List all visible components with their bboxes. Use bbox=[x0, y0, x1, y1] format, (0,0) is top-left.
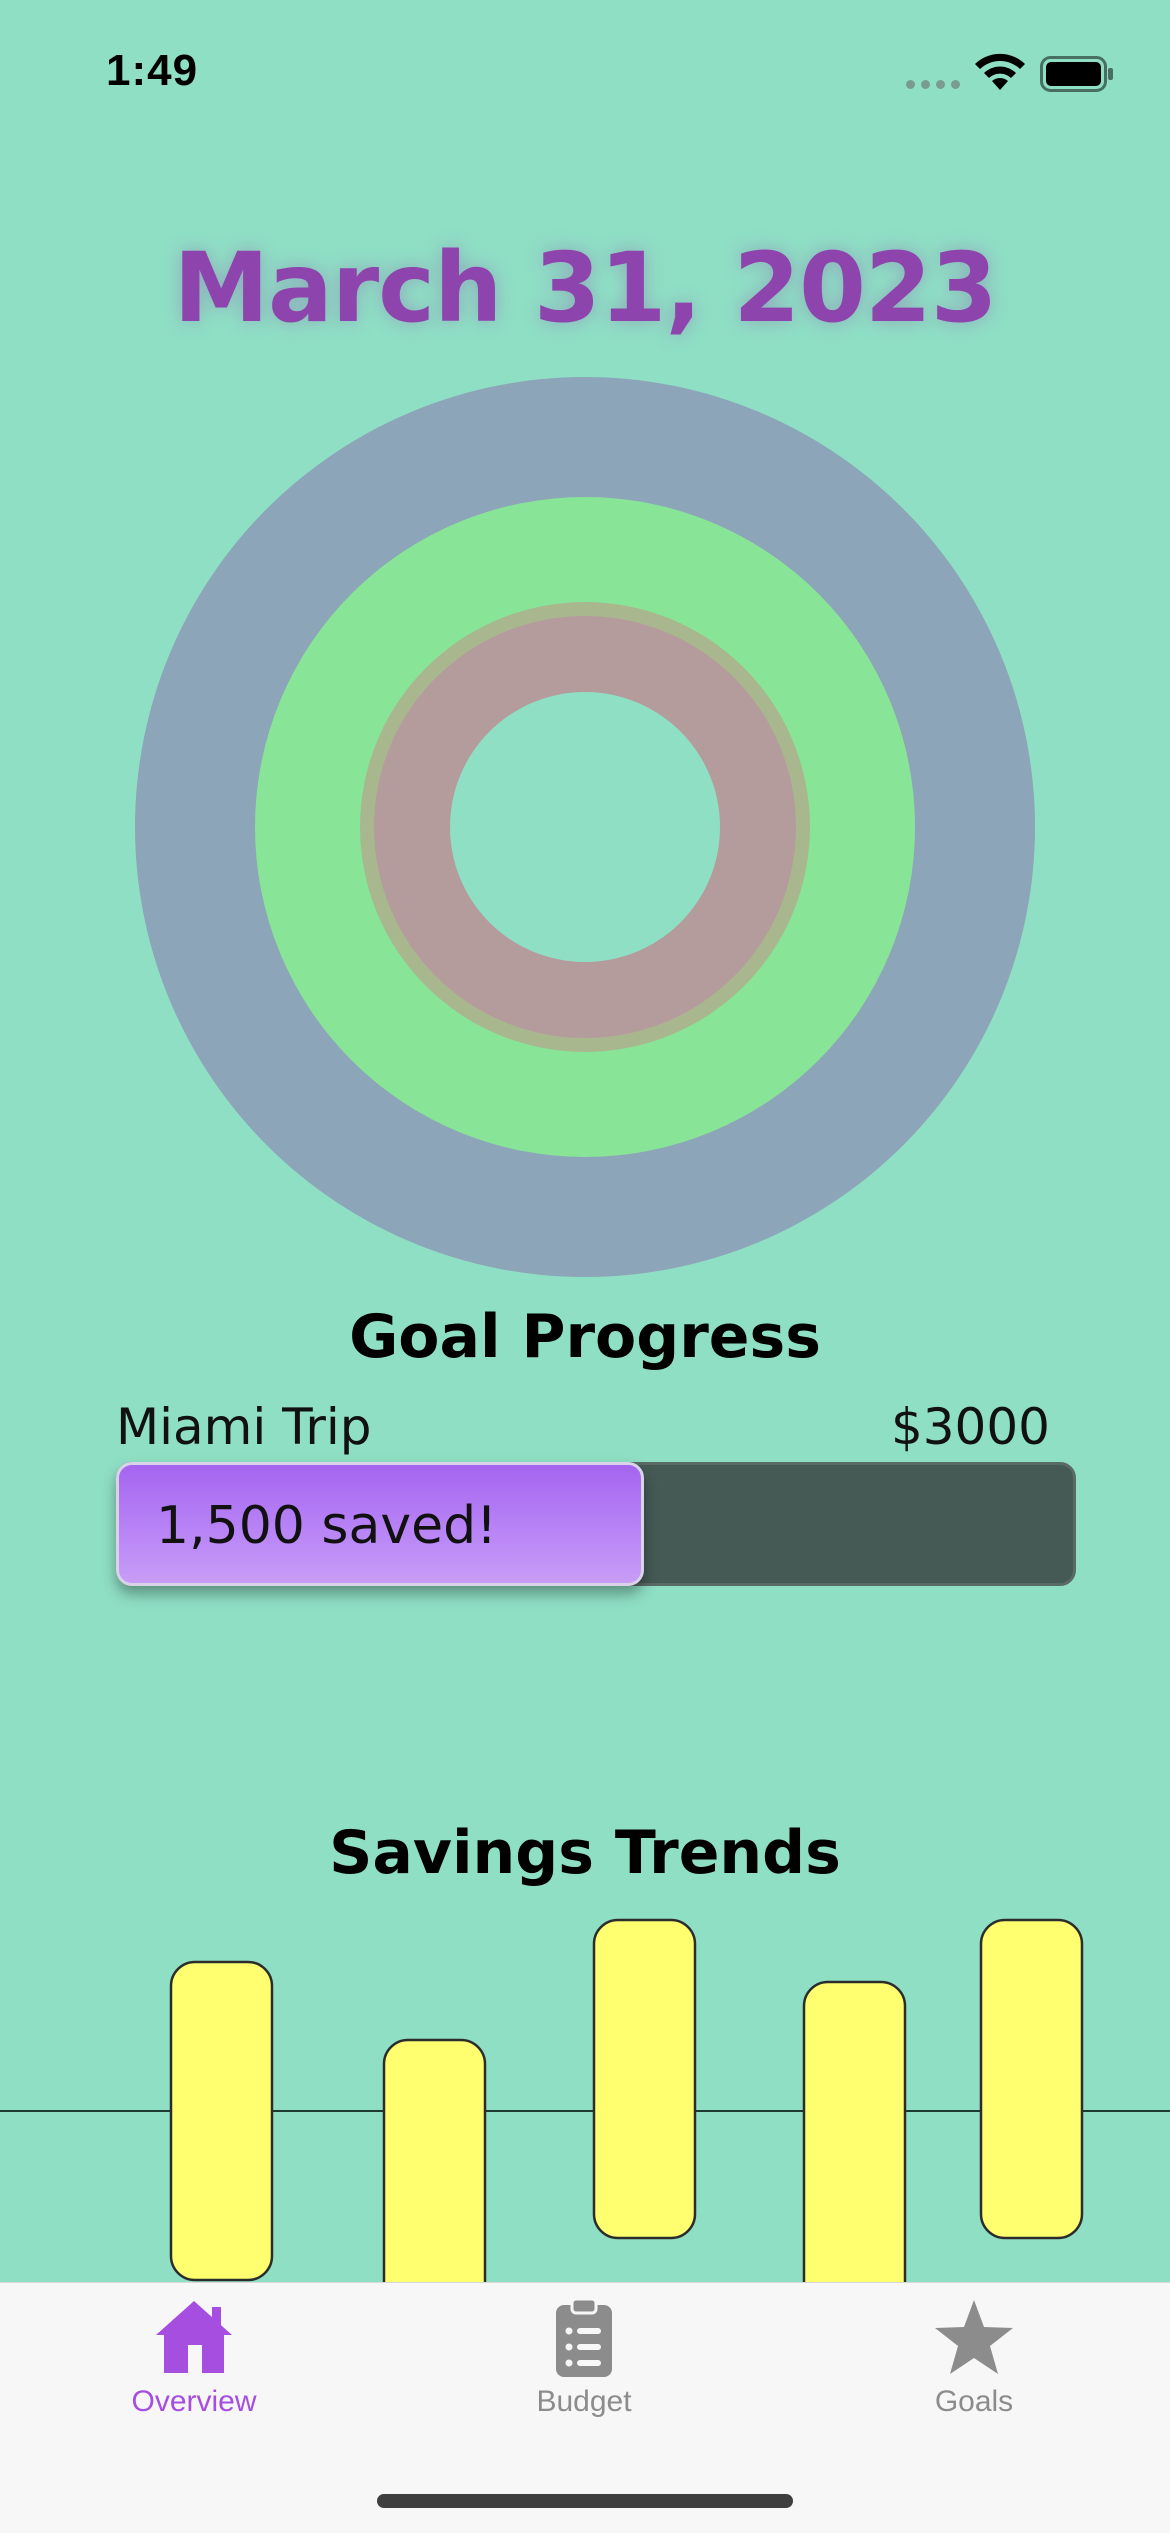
tab-goals-label: Goals bbox=[934, 2385, 1014, 2418]
clipboard-icon bbox=[556, 2297, 612, 2377]
savings-trends-title: Savings Trends bbox=[329, 1818, 841, 1888]
house-icon bbox=[156, 2301, 232, 2373]
ring-chart bbox=[135, 377, 1035, 1277]
tab-overview[interactable]: Overview bbox=[94, 2297, 294, 2419]
battery-icon bbox=[1040, 56, 1113, 92]
goal-progress-title: Goal Progress bbox=[349, 1302, 821, 1372]
tab-budget[interactable]: Budget bbox=[484, 2297, 684, 2419]
tab-goals[interactable]: Goals bbox=[874, 2297, 1074, 2419]
savings-trends-chart bbox=[0, 1918, 1170, 2282]
status-time: 1:49 bbox=[106, 46, 199, 95]
tab-overview-label: Overview bbox=[131, 2385, 257, 2418]
goal-name: Miami Trip bbox=[116, 1398, 372, 1456]
trend-bar bbox=[382, 2038, 487, 2282]
tab-budget-label: Budget bbox=[536, 2385, 632, 2418]
date-title: March 31, 2023 bbox=[173, 232, 998, 344]
goal-amount: $3000 bbox=[890, 1398, 1050, 1456]
wifi-icon bbox=[975, 53, 1025, 90]
trend-bar bbox=[169, 1960, 274, 2282]
status-bar: 1:49 bbox=[0, 0, 1170, 140]
trend-bar bbox=[802, 1980, 907, 2282]
star-icon bbox=[935, 2300, 1013, 2374]
home-indicator bbox=[377, 2494, 793, 2508]
cellular-signal-icon bbox=[906, 80, 960, 89]
goal-saved-label: 1,500 saved! bbox=[156, 1496, 497, 1556]
ring-center bbox=[450, 692, 720, 962]
trend-bar bbox=[592, 1918, 697, 2240]
trend-bar bbox=[979, 1918, 1084, 2240]
